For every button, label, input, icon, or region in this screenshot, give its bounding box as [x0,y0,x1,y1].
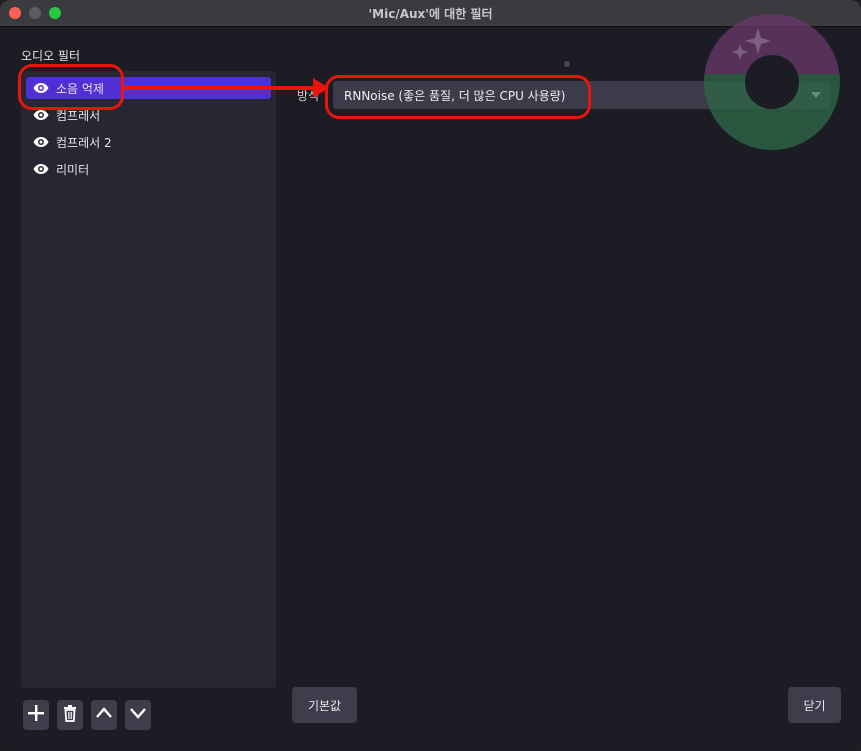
highlight-box-method [325,75,591,119]
dropdown-arrow-icon[interactable] [802,82,829,108]
filter-list: 소음 억제 컴프레서 컴프레서 2 리미터 [21,71,276,688]
chevron-up-icon [95,704,113,726]
filter-item-label: 리미터 [56,162,90,177]
defaults-button[interactable]: 기본값 [292,687,357,723]
plus-icon [27,704,45,726]
chevron-down-icon [129,704,147,726]
window-title: 'Mic/Aux'에 대한 필터 [368,7,493,21]
eye-icon[interactable] [33,109,49,121]
audio-filters-label: 오디오 필터 [21,49,81,63]
trash-icon [61,704,79,726]
annotation-arrow [124,86,320,90]
move-up-button[interactable] [91,700,117,730]
filter-item-limiter[interactable]: 리미터 [26,158,271,180]
eye-icon[interactable] [33,136,49,148]
close-button[interactable]: 닫기 [788,687,841,723]
add-filter-button[interactable] [23,700,49,730]
decorative-dot [564,61,570,67]
filters-window: 'Mic/Aux'에 대한 필터 오디오 필터 소음 억제 컴프레서 컴프레서 … [0,0,861,751]
title-bar: 'Mic/Aux'에 대한 필터 [0,0,861,27]
move-down-button[interactable] [125,700,151,730]
eye-icon[interactable] [33,163,49,175]
highlight-box-filter [18,64,124,110]
filter-item-label: 컴프레서 2 [56,135,112,150]
filter-item-compressor-2[interactable]: 컴프레서 2 [26,131,271,153]
remove-filter-button[interactable] [57,700,83,730]
